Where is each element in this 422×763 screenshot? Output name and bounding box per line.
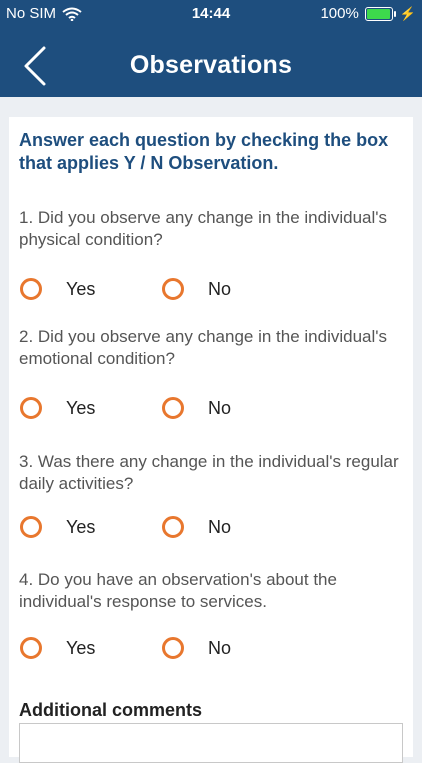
radio-icon[interactable]: [20, 637, 42, 659]
observations-form: Answer each question by checking the box…: [9, 117, 413, 763]
radio-icon[interactable]: [162, 637, 184, 659]
radio-icon[interactable]: [20, 516, 42, 538]
yes-label: Yes: [66, 397, 96, 418]
question-2-text: 2. Did you observe any change in the ind…: [19, 327, 388, 368]
question-1-no-option[interactable]: No: [162, 278, 231, 300]
battery-icon: [364, 6, 396, 21]
yes-label: Yes: [66, 516, 96, 537]
instructions-text: Answer each question by checking the box…: [19, 130, 389, 173]
battery-fill: [366, 8, 390, 19]
charging-icon: ⚡: [399, 5, 416, 21]
radio-icon[interactable]: [20, 278, 42, 300]
status-right: 100% ⚡: [320, 5, 416, 22]
radio-icon[interactable]: [162, 397, 184, 419]
question-4-text: 4. Do you have an observation's about th…: [19, 570, 337, 611]
question-3-text: 3. Was there any change in the individua…: [19, 452, 399, 493]
yes-label: Yes: [66, 278, 96, 299]
question-1-yes-option[interactable]: Yes: [20, 278, 95, 300]
page-title: Observations: [129, 51, 293, 79]
additional-comments-field[interactable]: [19, 723, 403, 763]
additional-comments-label: Additional comments: [19, 700, 203, 720]
question-4-no-option[interactable]: No: [162, 637, 231, 659]
radio-icon[interactable]: [20, 397, 42, 419]
question-3-yes-option[interactable]: Yes: [20, 516, 95, 538]
question-3-no-option[interactable]: No: [162, 516, 231, 538]
status-bar: No SIM 14:44 100% ⚡: [0, 0, 422, 30]
yes-label: Yes: [66, 637, 96, 658]
radio-icon[interactable]: [162, 278, 184, 300]
battery-percent: 100%: [320, 5, 359, 22]
no-label: No: [208, 397, 232, 418]
no-label: No: [208, 637, 232, 658]
question-1-text: 1. Did you observe any change in the ind…: [19, 208, 388, 249]
question-4-yes-option[interactable]: Yes: [20, 637, 95, 659]
nav-header: No SIM 14:44 100% ⚡ Observations: [0, 0, 422, 97]
no-label: No: [208, 516, 232, 537]
question-2-no-option[interactable]: No: [162, 397, 231, 419]
radio-icon[interactable]: [162, 516, 184, 538]
no-label: No: [208, 278, 232, 299]
question-2-yes-option[interactable]: Yes: [20, 397, 95, 419]
